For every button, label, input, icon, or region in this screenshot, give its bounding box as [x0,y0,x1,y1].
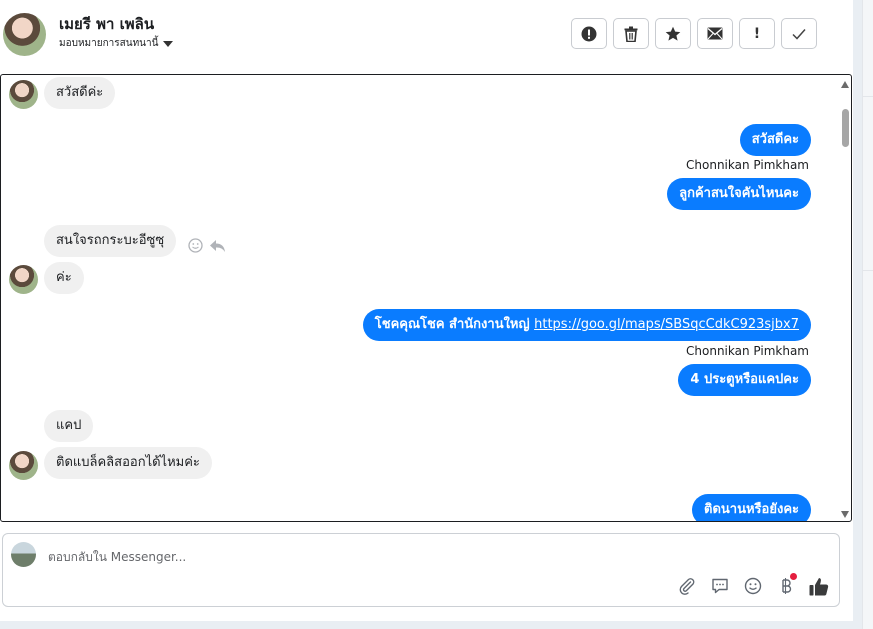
baht-icon [782,578,792,594]
conversation-panel: เมยรี พา เพลิน มอบหมายการสนทนานี้ ! สวัส [0,0,853,621]
saved-replies-button[interactable] [710,576,730,596]
incoming-message[interactable]: ติดแบล็คลิสออกได้ไหมค่ะ [44,447,212,479]
notification-dot [790,573,797,580]
scrollbar-thumb[interactable] [842,109,849,147]
sender-name: Chonnikan Pimkham [686,158,809,172]
like-button[interactable] [809,576,829,596]
assign-conversation-dropdown[interactable]: มอบหมายการสนทนานี้ [59,36,174,51]
side-panel-edge [862,0,873,629]
trash-icon [624,26,638,42]
incoming-message[interactable]: สวัสดีค่ะ [44,77,116,109]
payment-button[interactable] [776,573,797,596]
assign-label: มอบหมายการสนทนานี้ [59,38,159,49]
alert-circle-icon [581,26,597,41]
emoji-button[interactable] [743,576,763,596]
outgoing-message[interactable]: สวัสดีคะ [739,124,811,156]
chevron-down-icon [163,40,174,47]
divider [863,270,873,271]
smiley-icon [744,577,762,595]
contact-avatar-small[interactable] [9,451,38,480]
divider [863,96,873,97]
composer-actions [677,573,829,596]
conversation-toolbar: ! [571,18,817,49]
attach-button[interactable] [677,576,697,596]
outgoing-message[interactable]: 4 ประตูหรือแคปคะ [678,364,811,396]
message-actions [188,238,226,253]
contact-avatar[interactable] [3,13,46,56]
mark-unread-button[interactable] [697,18,733,49]
paperclip-icon [679,578,695,595]
message-thread[interactable]: สวัสดีค่ะ สวัสดีคะ Chonnikan Pimkham ลูก… [0,74,852,522]
exclamation-icon: ! [753,25,761,42]
sender-name: Chonnikan Pimkham [686,344,809,358]
incoming-message[interactable]: ค่ะ [44,262,84,294]
star-button[interactable] [655,18,691,49]
map-link[interactable]: https://goo.gl/maps/SBSqcCdkC923sjbx7 [534,317,799,332]
contact-name[interactable]: เมยรี พา เพลิน [59,12,154,36]
incoming-message[interactable]: แคป [44,410,94,442]
thumbs-up-icon [809,577,829,595]
mark-done-button[interactable] [781,18,817,49]
outgoing-message-with-link[interactable]: โชคคุณโชค สำนักงานใหญ่ https://goo.gl/ma… [362,309,811,341]
contact-avatar-small[interactable] [9,80,38,109]
message-text: โชคคุณโชค สำนักงานใหญ่ [374,317,530,332]
scroll-down-arrow-icon[interactable] [841,511,849,518]
scroll-up-arrow-icon[interactable] [841,81,849,88]
reply-composer: ตอบกลับใน Messenger... [2,533,840,607]
outgoing-message[interactable]: ติดนานหรือยังคะ [692,494,811,521]
page-avatar [11,542,36,567]
reply-input[interactable]: ตอบกลับใน Messenger... [48,548,186,567]
delete-button[interactable] [613,18,649,49]
reply-icon[interactable] [209,239,226,253]
incoming-message[interactable]: สนใจรถกระบะอีซูซุ [44,225,177,257]
envelope-icon [707,27,723,40]
emoji-reaction-icon[interactable] [188,238,203,253]
outgoing-message[interactable]: ลูกค้าสนใจคันไหนคะ [667,178,811,210]
star-icon [665,26,681,41]
contact-avatar-small[interactable] [9,265,38,294]
mark-spam-button[interactable] [571,18,607,49]
chat-bubble-icon [712,578,728,594]
follow-up-button[interactable]: ! [739,18,775,49]
check-icon [792,28,806,40]
